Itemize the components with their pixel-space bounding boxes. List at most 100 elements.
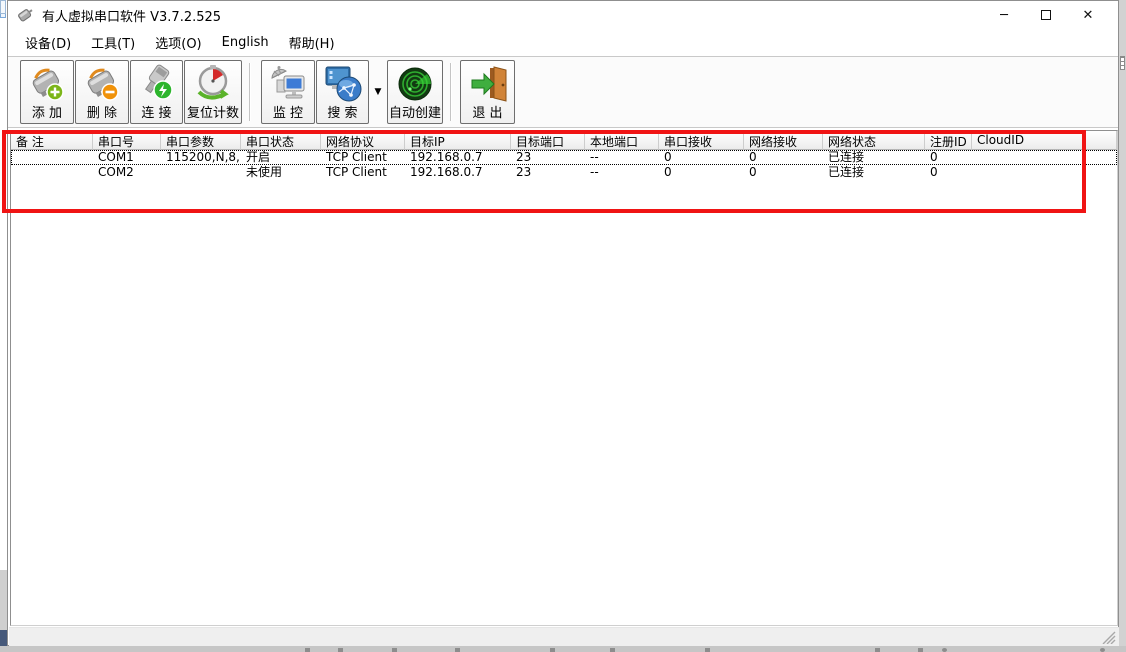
background-app-fragment bbox=[1100, 648, 1105, 652]
background-app-fragment bbox=[918, 648, 923, 652]
column-header-5[interactable]: 网络协议 bbox=[321, 131, 405, 150]
table-cell bbox=[11, 150, 93, 165]
toolbar-button-label: 删 除 bbox=[86, 106, 118, 121]
window-controls: ─ ✕ bbox=[989, 1, 1103, 29]
column-header-1[interactable]: 备 注 bbox=[11, 131, 93, 150]
column-header-6[interactable]: 目标IP bbox=[405, 131, 511, 150]
table-cell: 115200,N,8,1 bbox=[166, 150, 241, 164]
exit-icon bbox=[471, 66, 506, 102]
menu-item-english[interactable]: English bbox=[212, 32, 279, 53]
column-header-filler bbox=[1084, 131, 1117, 150]
menu-item-help[interactable]: 帮助(H) bbox=[279, 30, 345, 55]
table-row[interactable]: COM2 未使用 TCP Client 192.168.0.7 23 -- 0 0 已连接 0 bbox=[11, 165, 1117, 180]
device-add-icon bbox=[32, 68, 64, 101]
table-cell: 0 bbox=[664, 165, 672, 179]
device-remove-icon bbox=[87, 68, 119, 101]
table-body: COM1 115200,N,8,1 开启 TCP Client 192.168.0.7 2… bbox=[11, 150, 1117, 180]
background-app-fragment bbox=[338, 648, 343, 652]
table-cell: 192.168.0.7 bbox=[410, 150, 483, 164]
menu-bar: 设备(D) 工具(T) 选项(O) English 帮助(H) bbox=[8, 29, 1118, 55]
background-taskbar-strip bbox=[0, 646, 1126, 652]
app-window: 有人虚拟串口软件 V3.7.2.525 ─ ✕ 设备(D) 工具(T) 选项(O… bbox=[7, 0, 1119, 646]
background-app-fragment bbox=[705, 648, 710, 652]
table-cell: 0 bbox=[664, 150, 672, 164]
table-cell: -- bbox=[590, 150, 599, 164]
column-header-3[interactable]: 串口参数 bbox=[161, 131, 241, 150]
search-button[interactable]: 搜 索 bbox=[316, 60, 369, 124]
background-doc-icon-fragment bbox=[1120, 56, 1125, 70]
column-header-8[interactable]: 本地端口 bbox=[585, 131, 659, 150]
device-list: 备 注串口号 串口参数 串口状态 网络协议 目标IP 目标端口 本地端口 串口接收 网络接收 网络… bbox=[10, 130, 1118, 626]
reset-counter-icon bbox=[197, 65, 229, 100]
toolbar-separator bbox=[450, 63, 452, 121]
table-cell bbox=[11, 165, 93, 180]
table-cell: 23 bbox=[516, 165, 532, 179]
background-fragment bbox=[0, 0, 6, 14]
title-bar[interactable]: 有人虚拟串口软件 V3.7.2.525 ─ ✕ bbox=[8, 1, 1118, 29]
background-window-right-sliver bbox=[1119, 0, 1126, 652]
toolbar-button-label: 退 出 bbox=[472, 106, 503, 121]
toolbar-button-label: 搜 索 bbox=[327, 106, 358, 121]
column-header-11[interactable]: 网络状态 bbox=[823, 131, 925, 150]
resize-grip[interactable] bbox=[1102, 631, 1116, 644]
auto-create-icon bbox=[398, 67, 432, 101]
toolbar-button-label: 监 控 bbox=[272, 106, 304, 121]
background-window-left-sliver bbox=[0, 0, 7, 652]
reset-counter-button[interactable]: 复位计数 bbox=[184, 60, 242, 124]
minimize-button[interactable]: ─ bbox=[989, 3, 1019, 27]
toolbar-button-label: 自动创建 bbox=[388, 106, 441, 121]
toolbar-button-label: 复位计数 bbox=[186, 106, 239, 121]
table-cell: COM1 bbox=[98, 150, 134, 164]
table-cell: 未使用 bbox=[246, 165, 283, 179]
table-cell: 192.168.0.7 bbox=[410, 165, 483, 179]
menu-item-device[interactable]: 设备(D) bbox=[15, 30, 81, 55]
background-app-fragment bbox=[392, 648, 397, 652]
maximize-icon bbox=[1041, 10, 1051, 20]
column-header-10[interactable]: 网络接收 bbox=[744, 131, 823, 150]
status-bar bbox=[9, 627, 1119, 646]
connect-button[interactable]: 连 接 bbox=[130, 60, 183, 124]
column-header-12[interactable]: 注册ID bbox=[925, 131, 972, 150]
table-cell: 0 bbox=[749, 150, 757, 164]
background-app-fragment bbox=[455, 648, 460, 652]
table-cell: TCP Client bbox=[326, 150, 387, 164]
delete-device-button[interactable]: 删 除 bbox=[75, 60, 129, 124]
menu-item-tools[interactable]: 工具(T) bbox=[81, 30, 145, 55]
table-cell bbox=[972, 165, 1084, 180]
table-cell: 0 bbox=[930, 150, 938, 164]
add-device-button[interactable]: 添 加 bbox=[20, 60, 74, 124]
monitor-icon bbox=[271, 66, 305, 99]
column-header-4[interactable]: 串口状态 bbox=[241, 131, 321, 150]
background-app-fragment bbox=[550, 648, 555, 652]
table-cell: 已连接 bbox=[828, 150, 865, 164]
table-cell: 23 bbox=[516, 150, 532, 164]
close-button[interactable]: ✕ bbox=[1073, 3, 1103, 27]
table-cell: 开启 bbox=[246, 150, 271, 164]
toolbar-button-label: 连 接 bbox=[141, 106, 172, 121]
table-header: 备 注串口号 串口参数 串口状态 网络协议 目标IP 目标端口 本地端口 串口接收 网络接收 网络… bbox=[11, 131, 1117, 150]
auto-create-button[interactable]: 自动创建 bbox=[387, 60, 443, 124]
table-cell: 0 bbox=[930, 165, 938, 179]
search-dropdown-button[interactable]: ▼ bbox=[370, 60, 386, 124]
window-title: 有人虚拟串口软件 V3.7.2.525 bbox=[42, 9, 222, 25]
column-header-7[interactable]: 目标端口 bbox=[511, 131, 585, 150]
toolbar-button-label: 添 加 bbox=[31, 106, 63, 121]
exit-button[interactable]: 退 出 bbox=[460, 60, 515, 124]
maximize-button[interactable] bbox=[1031, 3, 1061, 27]
column-header-9[interactable]: 串口接收 bbox=[659, 131, 744, 150]
background-app-fragment bbox=[305, 648, 310, 652]
table-cell bbox=[161, 165, 241, 180]
table-cell: 0 bbox=[749, 165, 757, 179]
monitor-button[interactable]: 监 控 bbox=[261, 60, 315, 124]
background-fragment bbox=[0, 570, 7, 630]
menu-item-options[interactable]: 选项(O) bbox=[145, 30, 211, 55]
background-app-fragment bbox=[610, 648, 615, 652]
toolbar-separator bbox=[249, 63, 251, 121]
table-cell bbox=[972, 150, 1084, 165]
search-icon bbox=[325, 66, 361, 102]
background-app-fragment bbox=[942, 648, 947, 652]
table-row[interactable]: COM1 115200,N,8,1 开启 TCP Client 192.168.0.7 2… bbox=[11, 150, 1117, 165]
table-cell: 已连接 bbox=[828, 165, 865, 179]
column-header-2[interactable]: 串口号 bbox=[93, 131, 161, 150]
column-header-13[interactable]: CloudID bbox=[972, 131, 1084, 150]
